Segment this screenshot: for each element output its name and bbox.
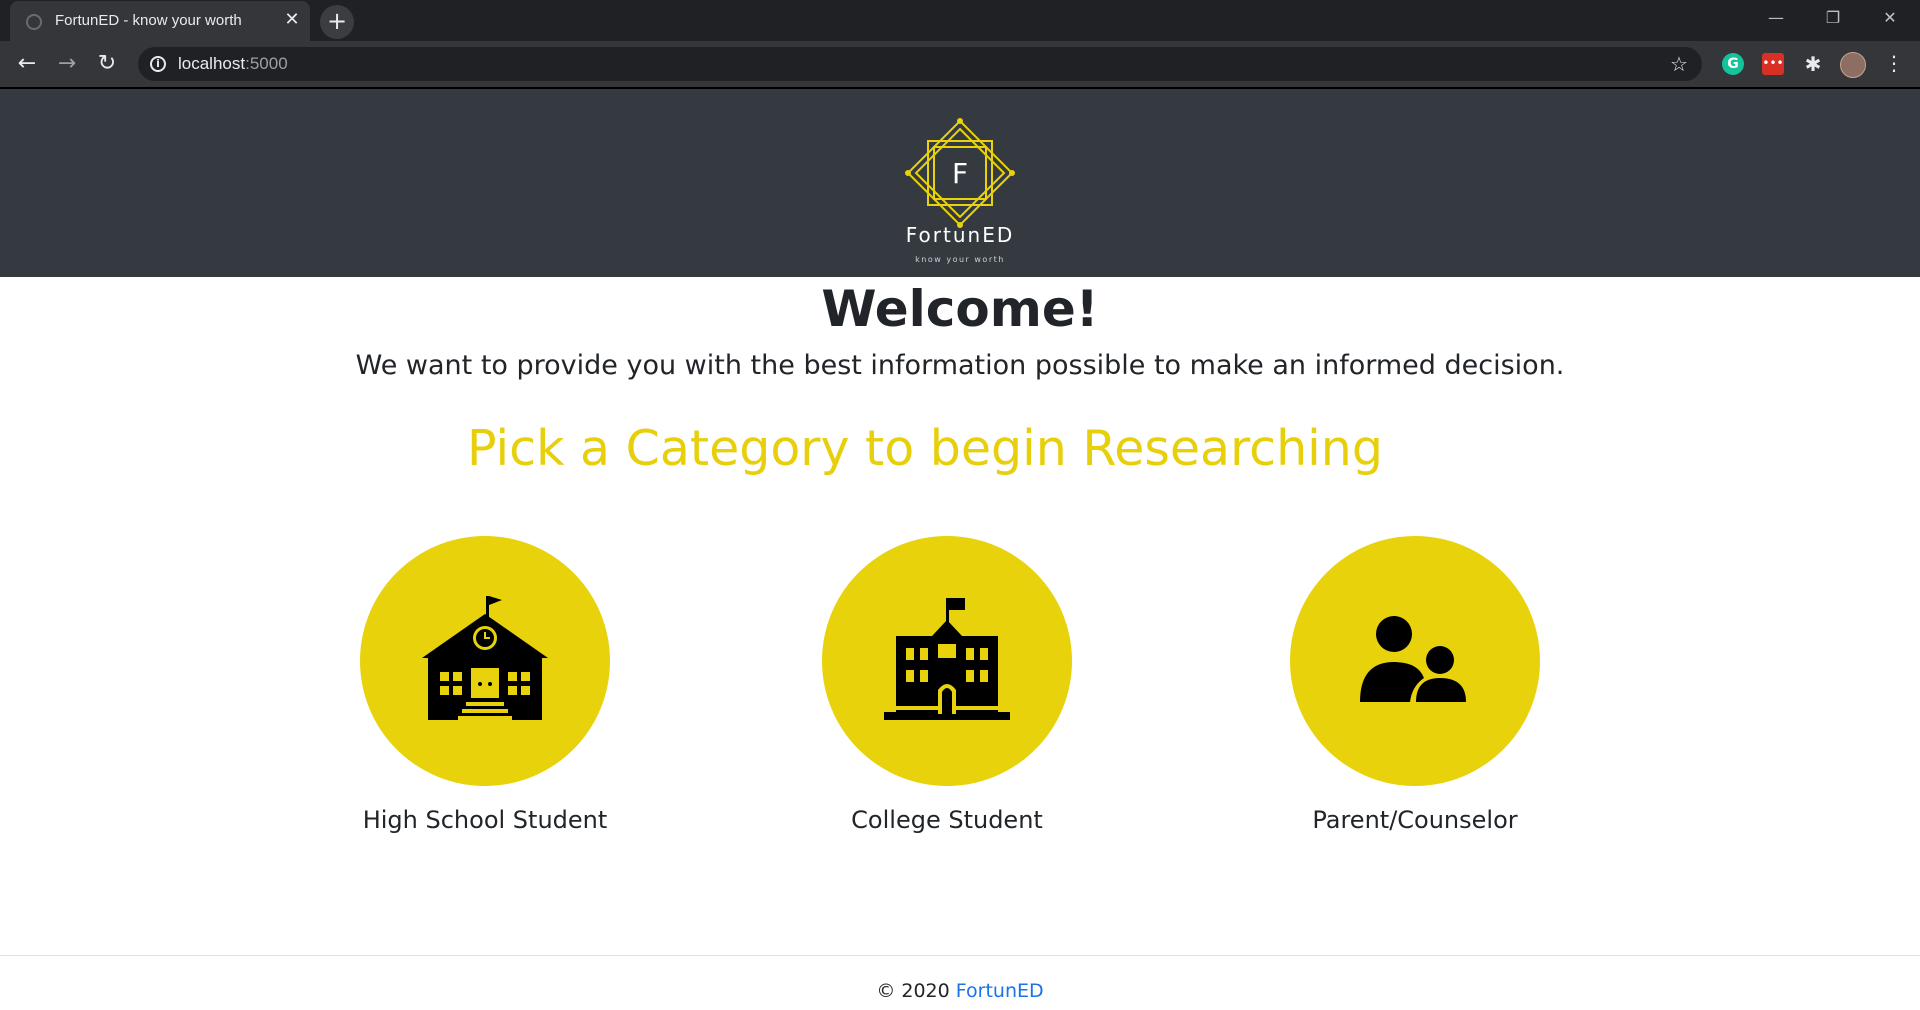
category-high-school-button[interactable]: [360, 536, 610, 786]
logo-letter: F: [952, 157, 968, 190]
url-text[interactable]: localhost:5000: [178, 54, 288, 74]
footer-divider: [0, 955, 1920, 956]
back-arrow-icon[interactable]: ←: [12, 49, 42, 79]
welcome-heading: Welcome!: [821, 280, 1099, 338]
category-high-school[interactable]: High School Student: [315, 536, 655, 846]
welcome-subtitle: We want to provide you with the best inf…: [355, 350, 1565, 381]
forward-arrow-icon[interactable]: →: [52, 49, 82, 79]
profile-avatar[interactable]: [1840, 52, 1866, 78]
window-maximize-button[interactable]: ❐: [1805, 0, 1861, 36]
window-close-button[interactable]: ✕: [1862, 0, 1918, 36]
site-info-icon[interactable]: i: [150, 56, 166, 72]
category-parent-counselor-label[interactable]: Parent/Counselor: [1245, 806, 1585, 834]
footer: © 2020 FortunED: [0, 980, 1920, 1002]
category-parent-counselor[interactable]: Parent/Counselor: [1245, 536, 1585, 846]
url-host: localhost: [178, 54, 246, 73]
category-college-button[interactable]: [822, 536, 1072, 786]
browser-menu-icon[interactable]: ⋮: [1884, 51, 1904, 75]
footer-copyright: © 2020: [876, 980, 950, 1002]
brand-name: FortunED: [905, 223, 1015, 247]
category-high-school-label[interactable]: High School Student: [315, 806, 655, 834]
high-school-icon: [422, 596, 548, 720]
reload-icon[interactable]: ↻: [92, 49, 122, 79]
grammarly-extension-icon[interactable]: G: [1722, 53, 1744, 75]
url-port: :5000: [245, 54, 288, 73]
footer-brand-link[interactable]: FortunED: [956, 980, 1044, 1002]
browser-toolbar: ← → ↻ i localhost:5000 ☆ G ••• ✱ ⋮: [0, 41, 1920, 87]
window-minimize-button[interactable]: —: [1748, 0, 1804, 36]
category-college[interactable]: College Student: [777, 536, 1117, 846]
browser-tabstrip: FortunED - know your worth ✕ + — ❐ ✕: [0, 0, 1920, 41]
category-college-label[interactable]: College Student: [777, 806, 1117, 834]
browser-tab[interactable]: FortunED - know your worth ✕: [10, 1, 310, 41]
bookmark-star-icon[interactable]: ☆: [1670, 52, 1688, 76]
fortuned-logo-icon[interactable]: F: [904, 117, 1016, 229]
new-tab-button[interactable]: +: [320, 5, 354, 39]
tab-close-icon[interactable]: ✕: [282, 10, 302, 30]
category-heading: Pick a Category to begin Researching: [467, 420, 1383, 477]
category-parent-counselor-button[interactable]: [1290, 536, 1540, 786]
brand-tagline: know your worth: [915, 255, 1005, 264]
address-bar[interactable]: i localhost:5000 ☆: [138, 47, 1702, 81]
tab-title: FortunED - know your worth: [55, 12, 242, 29]
tab-favicon-icon: [26, 14, 42, 30]
extensions-puzzle-icon[interactable]: ✱: [1802, 53, 1824, 75]
parent-counselor-icon: [1360, 616, 1466, 702]
college-icon: [884, 598, 1010, 720]
site-header: F FortunED know your worth: [0, 89, 1920, 277]
red-extension-icon[interactable]: •••: [1762, 53, 1784, 75]
